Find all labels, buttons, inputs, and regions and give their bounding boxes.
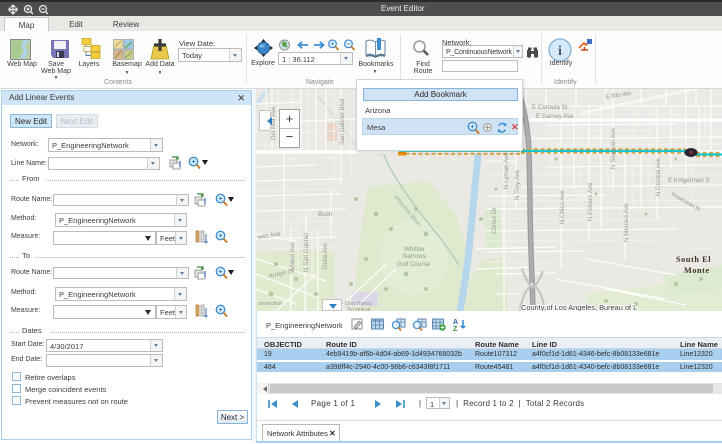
svg-text:N Merced Ave: N Merced Ave <box>623 203 630 242</box>
svg-text:Z: Z <box>453 326 458 331</box>
svg-text:N Lyman Ave: N Lyman Ave <box>503 152 510 189</box>
svg-text:i: i <box>558 44 562 59</box>
svg-text:Bush: Bush <box>318 211 333 218</box>
svg-text:E Cortada St: E Cortada St <box>532 104 568 111</box>
svg-text:Whittier: Whittier <box>404 246 425 253</box>
svg-text:South El: South El <box>676 255 711 264</box>
svg-text:Narrows: Narrows <box>403 253 426 260</box>
svg-text:N San Gabriel: N San Gabriel <box>303 233 310 272</box>
svg-text:N Central Ave: N Central Ave <box>655 157 662 196</box>
svg-text:Della Ave: Della Ave <box>322 242 329 269</box>
svg-text:onnection: onnection <box>258 301 282 307</box>
svg-text:Monte: Monte <box>684 266 710 275</box>
svg-text:Arland Ave: Arland Ave <box>289 242 296 272</box>
svg-text:San Gabriel Blvd: San Gabriel Blvd <box>339 98 346 145</box>
svg-text:N Chico Ave: N Chico Ave <box>559 190 566 224</box>
svg-text:N Potrero Ave: N Potrero Ave <box>587 182 594 221</box>
svg-text:N Troy Ave: N Troy Ave <box>514 169 521 200</box>
svg-text:County of Los Angeles, Bureau: County of Los Angeles, Bureau of L <box>521 303 637 311</box>
svg-text:E Kingerman S: E Kingerman S <box>668 177 710 184</box>
svg-text:Golf Course: Golf Course <box>397 261 431 268</box>
svg-text:Cortez Dr: Cortez Dr <box>491 208 498 234</box>
svg-text:E Garvey Ave: E Garvey Ave <box>536 113 574 120</box>
svg-text:N Seaman Ave: N Seaman Ave <box>610 127 617 169</box>
svg-text:A: A <box>453 319 458 326</box>
